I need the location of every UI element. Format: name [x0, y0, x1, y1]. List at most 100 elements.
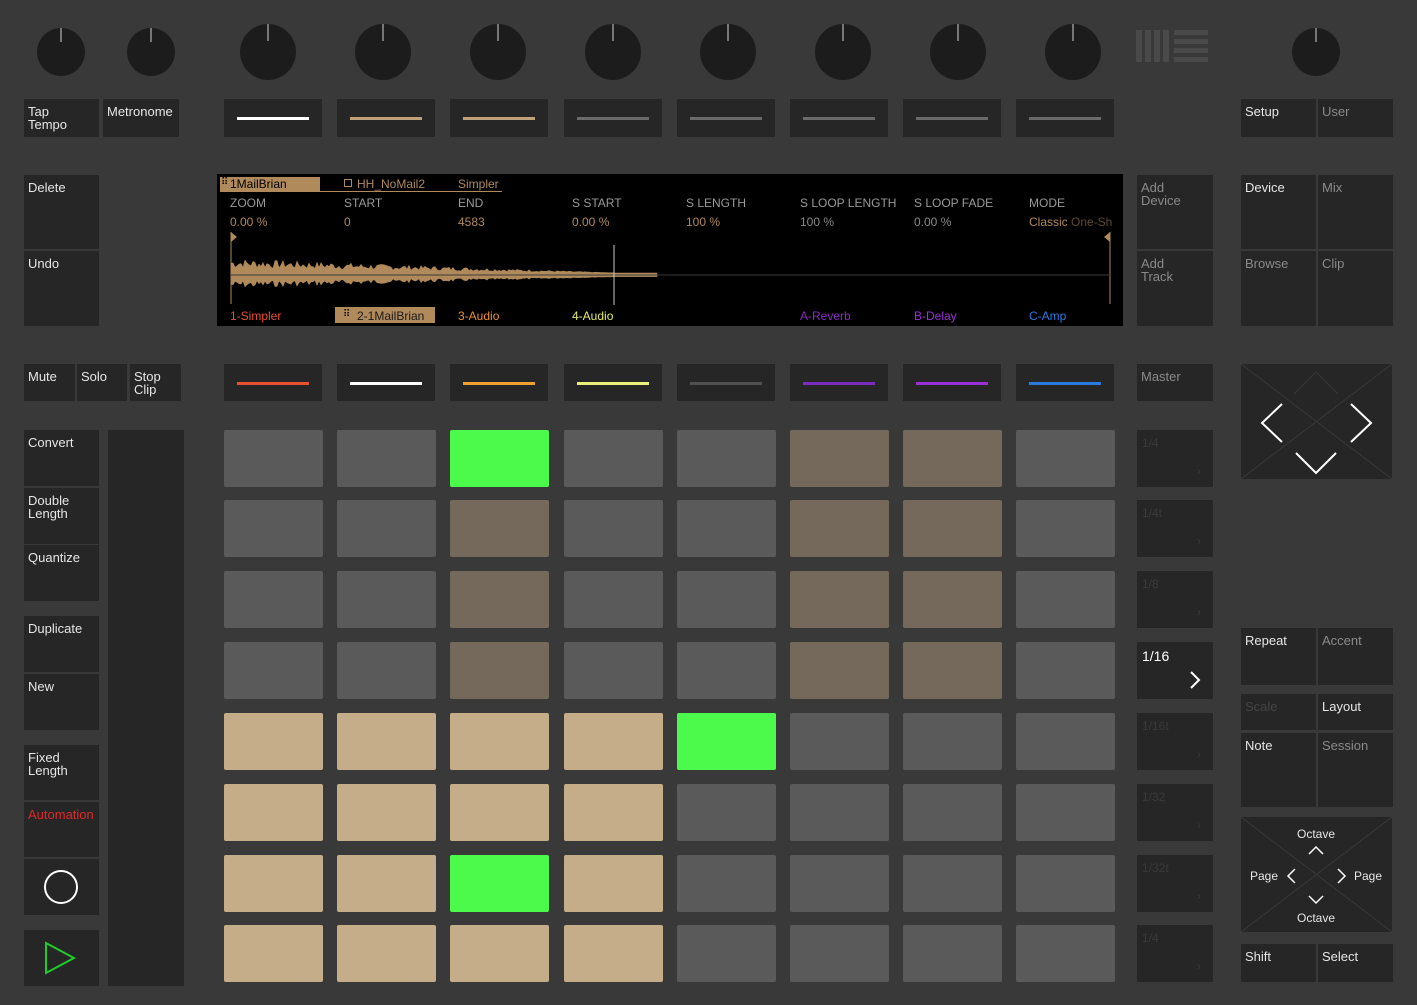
pad[interactable] [337, 925, 436, 982]
pad[interactable] [1016, 430, 1115, 487]
upper-track-button-3[interactable] [450, 99, 548, 137]
pad[interactable] [564, 571, 663, 628]
pad[interactable] [677, 500, 776, 557]
record-button[interactable] [24, 859, 99, 915]
new-button[interactable]: New [24, 674, 99, 730]
upper-track-button-7[interactable] [903, 99, 1001, 137]
lower-track-button-4[interactable] [564, 364, 662, 401]
pad[interactable] [450, 713, 549, 770]
pad[interactable] [677, 430, 776, 487]
tempo-knob[interactable] [37, 28, 85, 76]
pad[interactable] [224, 430, 323, 487]
fixed-length-button[interactable]: Fixed Length [24, 745, 99, 800]
pad[interactable] [1016, 784, 1115, 841]
scene-button-6[interactable]: 1/32 › [1137, 784, 1213, 841]
lower-track-button-8[interactable] [1016, 364, 1114, 401]
pad[interactable] [564, 713, 663, 770]
pad[interactable] [903, 925, 1002, 982]
scene-button-2[interactable]: 1/4t › [1137, 500, 1213, 557]
pad[interactable] [337, 713, 436, 770]
pad[interactable] [337, 784, 436, 841]
pad[interactable] [1016, 571, 1115, 628]
mute-button[interactable]: Mute [24, 364, 75, 401]
pad[interactable] [564, 925, 663, 982]
pad[interactable] [224, 855, 323, 912]
encoder-knob-3[interactable] [470, 24, 526, 80]
pad[interactable] [337, 642, 436, 699]
lower-track-button-1[interactable] [224, 364, 322, 401]
lower-track-button-5[interactable] [677, 364, 775, 401]
pad[interactable] [1016, 713, 1115, 770]
pad[interactable] [337, 855, 436, 912]
pad[interactable] [790, 430, 889, 487]
browse-button[interactable]: Browse [1241, 251, 1316, 326]
clip-button[interactable]: Clip [1318, 251, 1393, 326]
master-volume-knob[interactable] [1292, 28, 1340, 76]
pad[interactable] [224, 571, 323, 628]
add-device-button[interactable]: Add Device [1137, 175, 1213, 249]
undo-button[interactable]: Undo [24, 251, 99, 326]
play-button[interactable] [24, 930, 99, 986]
encoder-knob-8[interactable] [1045, 24, 1101, 80]
pad[interactable] [677, 925, 776, 982]
user-button[interactable]: User [1318, 99, 1393, 137]
mix-button[interactable]: Mix [1318, 175, 1393, 249]
pad[interactable] [450, 642, 549, 699]
octave-page-pad[interactable]: Octave Octave Page Page [1241, 817, 1392, 932]
pad[interactable] [790, 713, 889, 770]
scene-button-5[interactable]: 1/16t › [1137, 713, 1213, 770]
lower-track-button-6[interactable] [790, 364, 888, 401]
lower-track-button-3[interactable] [450, 364, 548, 401]
delete-button[interactable]: Delete [24, 175, 99, 249]
note-button[interactable]: Note [1241, 733, 1316, 807]
lower-track-button-2[interactable] [337, 364, 435, 401]
pad[interactable] [903, 642, 1002, 699]
upper-track-button-4[interactable] [564, 99, 662, 137]
pad[interactable] [790, 500, 889, 557]
layout-button[interactable]: Layout [1318, 694, 1393, 730]
pad[interactable] [1016, 855, 1115, 912]
pad[interactable] [790, 784, 889, 841]
scale-button[interactable]: Scale [1241, 694, 1316, 730]
pad[interactable] [450, 571, 549, 628]
select-button[interactable]: Select [1318, 944, 1393, 982]
pad[interactable] [903, 430, 1002, 487]
pad[interactable] [677, 571, 776, 628]
pad[interactable] [337, 500, 436, 557]
pad[interactable] [903, 855, 1002, 912]
pad[interactable] [903, 500, 1002, 557]
pad[interactable] [1016, 642, 1115, 699]
lower-track-button-7[interactable] [903, 364, 1001, 401]
scene-button-8[interactable]: 1/4 › [1137, 925, 1213, 982]
swing-knob[interactable] [127, 28, 175, 76]
metronome-button[interactable]: Metronome [103, 99, 179, 137]
pad[interactable] [450, 925, 549, 982]
pad[interactable] [903, 571, 1002, 628]
tap-tempo-button[interactable]: Tap Tempo [24, 99, 99, 137]
solo-button[interactable]: Solo [77, 364, 127, 401]
pad[interactable] [450, 855, 549, 912]
upper-track-button-2[interactable] [337, 99, 435, 137]
pad[interactable] [224, 784, 323, 841]
stop-clip-button[interactable]: Stop Clip [130, 364, 181, 401]
quantize-button[interactable]: Quantize [24, 545, 99, 601]
pad[interactable] [224, 925, 323, 982]
pad[interactable] [564, 855, 663, 912]
pad[interactable] [450, 430, 549, 487]
pad[interactable] [337, 571, 436, 628]
device-button[interactable]: Device [1241, 175, 1316, 249]
scene-button-1[interactable]: 1/4 › [1137, 430, 1213, 487]
arrow-pad[interactable] [1240, 363, 1393, 480]
encoder-knob-6[interactable] [815, 24, 871, 80]
pad[interactable] [677, 642, 776, 699]
touch-strip[interactable] [108, 430, 184, 986]
pad[interactable] [1016, 500, 1115, 557]
pad[interactable] [1016, 925, 1115, 982]
pad[interactable] [450, 500, 549, 557]
pad[interactable] [564, 430, 663, 487]
pad[interactable] [564, 500, 663, 557]
duplicate-button[interactable]: Duplicate [24, 616, 99, 672]
pad[interactable] [224, 500, 323, 557]
double-length-button[interactable]: Double Length [24, 488, 99, 544]
scene-button-3[interactable]: 1/8 › [1137, 571, 1213, 628]
